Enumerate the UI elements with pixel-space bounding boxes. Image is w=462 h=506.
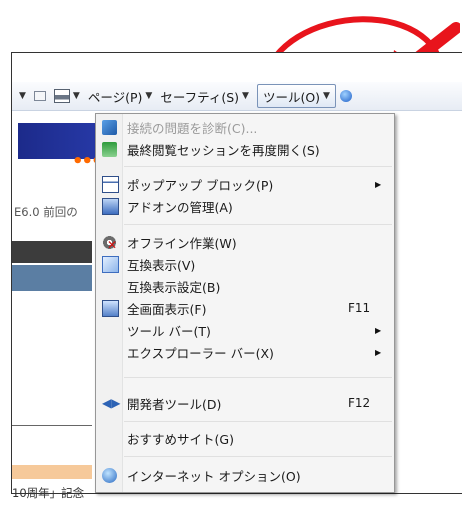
menu-separator	[124, 224, 392, 225]
menu-item-reopen-session[interactable]: 最終閲覧セッションを再度開く(S)	[96, 138, 394, 160]
page-nav-item	[12, 265, 92, 291]
menu-item-toolbars[interactable]: ツール バー(T) ▶	[96, 319, 394, 341]
tools-menu-label: ツール(O)	[262, 89, 321, 105]
menu-item-label: オフライン作業(W)	[127, 235, 237, 251]
home-dropdown[interactable]: ▼	[12, 85, 30, 107]
tools-menu-button[interactable]: ツール(O) ▼	[256, 84, 336, 108]
menu-item-suggested-sites[interactable]: おすすめサイト(G)	[96, 427, 394, 449]
reopen-session-icon	[102, 141, 117, 157]
page-highlight-bar	[12, 465, 92, 479]
menu-item-label: ツール バー(T)	[127, 323, 211, 339]
menu-item-manage-addons[interactable]: アドオンの管理(A)	[96, 195, 394, 217]
tools-dropdown-menu: 接続の問題を診断(C)... 最終閲覧セッションを再度開く(S) ポップアップ …	[95, 113, 395, 493]
submenu-arrow-icon: ▶	[375, 325, 382, 335]
menu-item-compatibility-settings[interactable]: 互換表示設定(B)	[96, 275, 394, 297]
chevron-down-icon: ▼	[242, 91, 249, 101]
page-text: 10周年」記念	[12, 486, 85, 500]
menu-item-label: 全画面表示(F)	[127, 301, 207, 317]
menu-item-label: 最終閲覧セッションを再度開く(S)	[127, 142, 320, 158]
menu-item-label: エクスプローラー バー(X)	[127, 345, 274, 361]
command-bar: ▼ ▼ ページ(P) ▼ セーフティ(S) ▼ ツール(O) ▼	[12, 82, 462, 111]
menu-item-internet-options[interactable]: インターネット オプション(O)	[96, 464, 394, 486]
chevron-down-icon: ▼	[323, 91, 330, 101]
printer-icon	[53, 89, 70, 103]
page-nav-bar	[12, 241, 92, 263]
work-offline-icon	[102, 234, 117, 252]
menu-separator	[124, 377, 392, 378]
menu-separator	[124, 421, 392, 422]
menu-item-label: 開発者ツール(D)	[127, 396, 222, 412]
print-button[interactable]: ▼	[50, 85, 84, 107]
menu-item-label: おすすめサイト(G)	[127, 431, 234, 447]
safety-menu-button[interactable]: セーフティ(S) ▼	[156, 85, 253, 107]
menu-item-label: 接続の問題を診断(C)...	[127, 120, 258, 136]
popup-blocker-icon	[102, 175, 119, 193]
page-menu-button[interactable]: ページ(P) ▼	[84, 85, 156, 107]
help-button[interactable]	[336, 85, 356, 107]
menu-item-label: 互換表示(V)	[127, 257, 196, 273]
full-screen-icon	[102, 299, 119, 317]
page-menu-label: ページ(P)	[87, 89, 143, 105]
help-globe-icon	[339, 90, 352, 102]
compatibility-view-icon	[102, 255, 119, 273]
chevron-down-icon: ▼	[72, 91, 80, 101]
menu-item-work-offline[interactable]: オフライン作業(W)	[96, 231, 394, 253]
internet-options-icon	[102, 467, 117, 483]
menu-item-label: ポップアップ ブロック(P)	[127, 177, 274, 193]
menu-item-label: アドオンの管理(A)	[127, 199, 233, 215]
page-text: E6.0 前回の	[14, 205, 78, 219]
menu-item-shortcut: F11	[348, 301, 371, 315]
menu-item-label: インターネット オプション(O)	[127, 468, 301, 484]
manage-addons-icon	[102, 197, 119, 215]
chevron-down-icon: ▼	[19, 91, 26, 101]
developer-tools-icon: ◀▶	[102, 395, 121, 410]
network-diagnose-icon	[102, 119, 117, 135]
submenu-arrow-icon: ▶	[375, 179, 382, 189]
menu-item-label: 互換表示設定(B)	[127, 279, 221, 295]
menu-separator	[124, 166, 392, 167]
menu-separator	[124, 456, 392, 457]
menu-item-shortcut: F12	[348, 396, 371, 410]
safety-menu-label: セーフティ(S)	[160, 89, 240, 105]
read-mail-button[interactable]	[30, 85, 50, 107]
menu-item-full-screen[interactable]: 全画面表示(F) F11	[96, 297, 394, 319]
menu-item-diagnose-connection[interactable]: 接続の問題を診断(C)...	[96, 116, 394, 138]
page-divider	[12, 425, 92, 426]
menu-item-explorer-bars[interactable]: エクスプローラー バー(X) ▶	[96, 341, 394, 363]
menu-item-popup-blocker[interactable]: ポップアップ ブロック(P) ▶	[96, 173, 394, 195]
menu-item-compatibility-view[interactable]: 互換表示(V)	[96, 253, 394, 275]
submenu-arrow-icon: ▶	[375, 347, 382, 357]
mail-icon	[33, 91, 46, 101]
chevron-down-icon: ▼	[145, 91, 153, 101]
menu-item-developer-tools[interactable]: ◀▶ 開発者ツール(D) F12	[96, 392, 394, 414]
